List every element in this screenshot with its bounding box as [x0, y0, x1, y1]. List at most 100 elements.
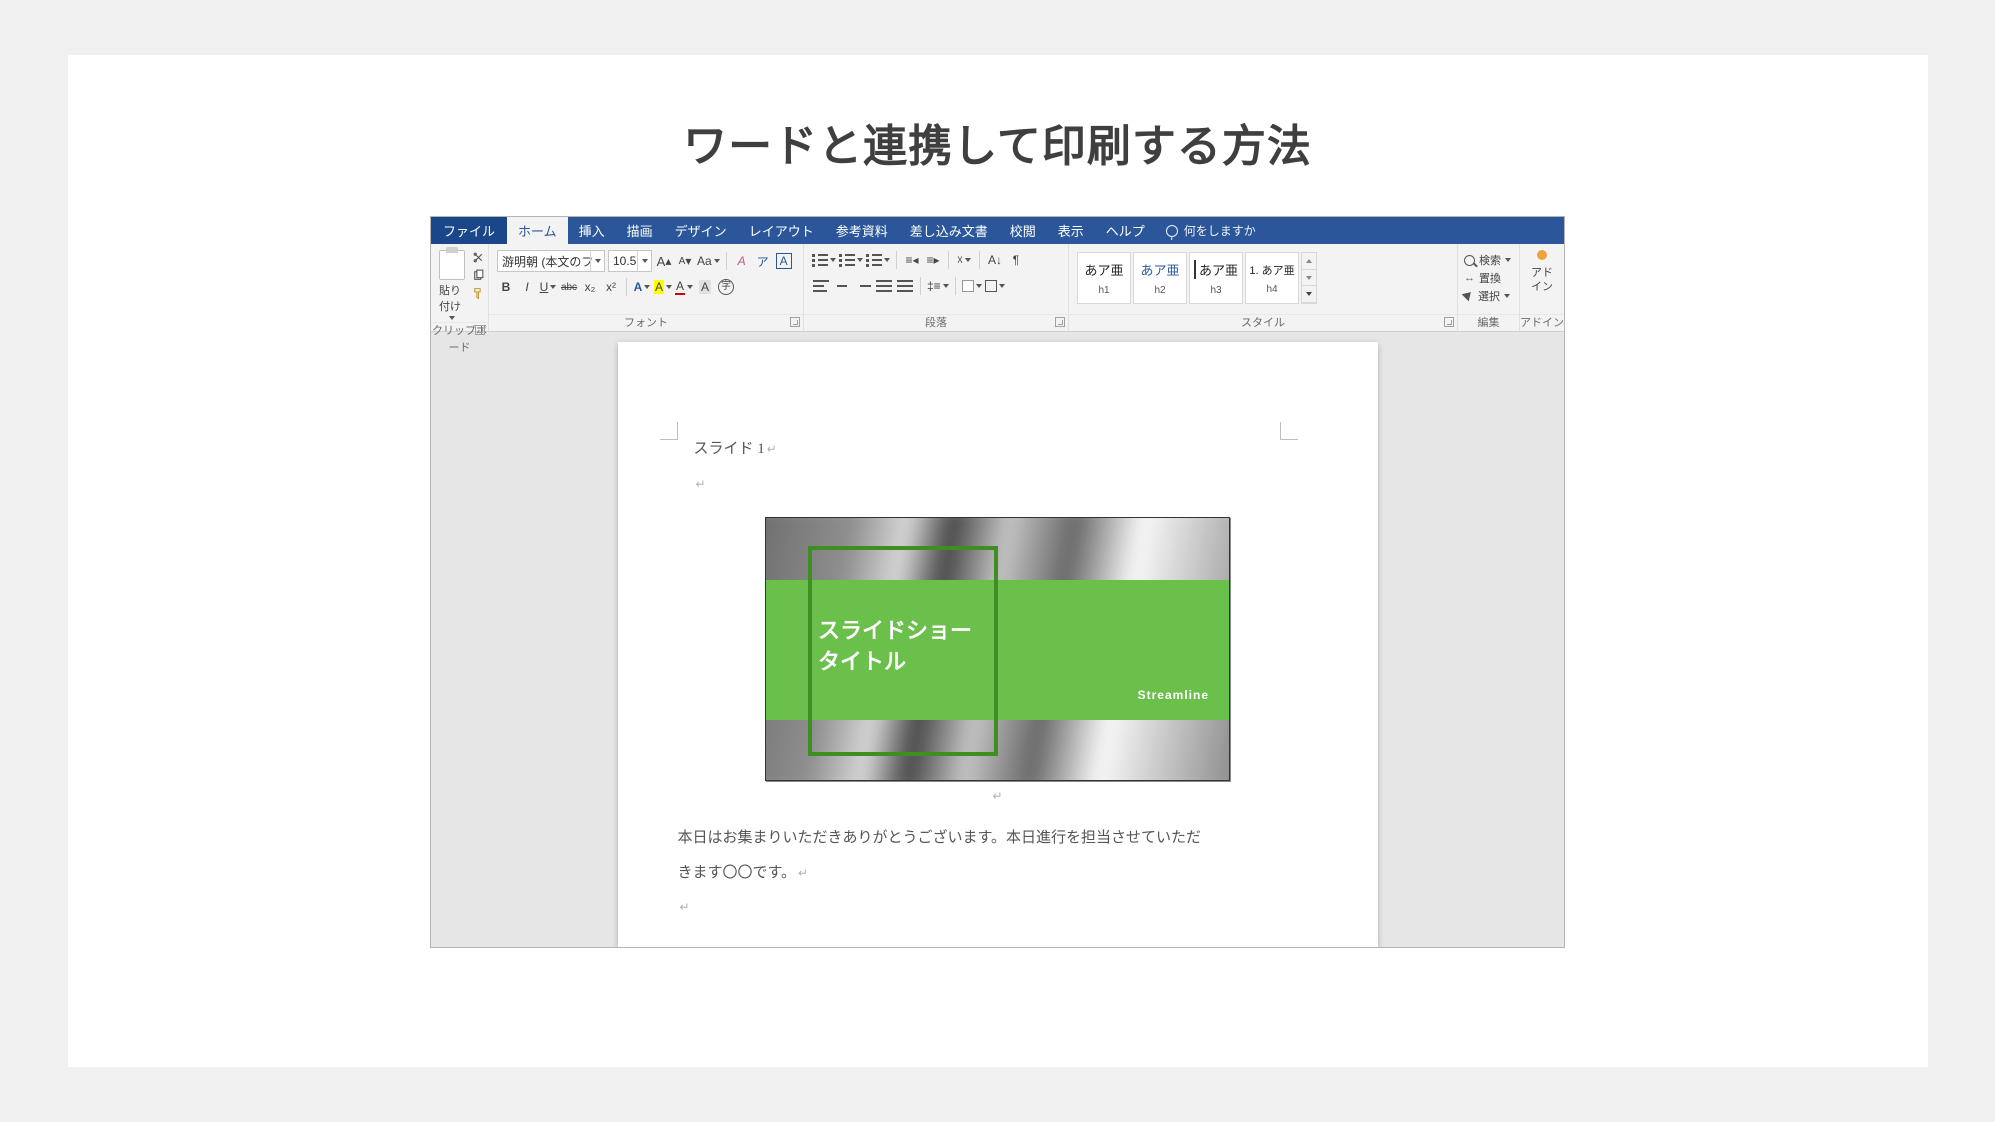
style-scroll-down[interactable]	[1302, 270, 1316, 287]
tab-help[interactable]: ヘルプ	[1095, 217, 1156, 244]
underline-button[interactable]: U	[539, 277, 557, 297]
borders-button[interactable]	[985, 276, 1005, 296]
tab-draw[interactable]: 描画	[616, 217, 664, 244]
style-item-h4[interactable]: 1. あア亜h4	[1245, 252, 1299, 304]
tab-home[interactable]: ホーム	[507, 217, 568, 244]
format-painter-button[interactable]	[471, 286, 485, 300]
character-border-button[interactable]: A	[775, 251, 793, 271]
document-page: スライド 1↵ ↵ スライドショー タイトル Streamline ↵ 本日はお…	[618, 342, 1378, 947]
tab-insert[interactable]: 挿入	[568, 217, 616, 244]
cursor-icon	[1464, 290, 1474, 302]
dialog-launcher-icon[interactable]	[790, 317, 800, 327]
tab-view[interactable]: 表示	[1047, 217, 1095, 244]
decrease-indent-button[interactable]: ≡◂	[903, 250, 921, 270]
multilevel-list-button[interactable]	[866, 250, 890, 270]
select-button[interactable]: 選択	[1464, 288, 1511, 304]
style-item-h2[interactable]: あア亜h2	[1133, 252, 1187, 304]
shrink-font-button[interactable]: A▾	[676, 251, 694, 271]
phonetic-guide-button[interactable]: ア	[754, 251, 772, 271]
asian-layout-button[interactable]: ☓	[955, 250, 973, 270]
tab-file[interactable]: ファイル	[431, 217, 507, 244]
text-effects-button[interactable]: A	[633, 277, 651, 297]
ribbon-tab-strip: ファイル ホーム 挿入 描画 デザイン レイアウト 参考資料 差し込み文書 校閲…	[431, 217, 1564, 244]
body-paragraph-2: きます〇〇です。↵	[678, 856, 1318, 891]
paragraph-mark-icon: ↵	[680, 900, 690, 914]
replace-button[interactable]: ↔置換	[1464, 270, 1511, 286]
align-right-button[interactable]	[854, 276, 872, 296]
enclose-char-button[interactable]: 字	[717, 277, 735, 297]
word-app-window: ファイル ホーム 挿入 描画 デザイン レイアウト 参考資料 差し込み文書 校閲…	[430, 216, 1565, 948]
tab-mailings[interactable]: 差し込み文書	[899, 217, 999, 244]
paragraph-mark-icon: ↵	[767, 442, 777, 456]
find-button[interactable]: 検索	[1464, 252, 1511, 268]
paste-label: 貼り付け	[439, 282, 465, 314]
strikethrough-button[interactable]: abc	[560, 277, 578, 297]
char-shading-button[interactable]: A	[696, 277, 714, 297]
show-marks-button[interactable]: ¶	[1007, 250, 1025, 270]
group-addins: アド イン アドイン	[1520, 244, 1564, 331]
group-label-styles: スタイル	[1241, 317, 1285, 329]
search-icon	[1464, 255, 1475, 266]
justify-button[interactable]	[875, 276, 893, 296]
cut-button[interactable]	[471, 250, 485, 264]
embedded-slide-thumbnail[interactable]: スライドショー タイトル Streamline	[765, 517, 1230, 781]
tab-layout[interactable]: レイアウト	[738, 217, 825, 244]
dialog-launcher-icon[interactable]	[1444, 317, 1454, 327]
paragraph-mark-icon: ↵	[798, 866, 808, 880]
addin-icon	[1537, 250, 1547, 260]
chevron-down-icon	[590, 251, 604, 271]
tell-me-search[interactable]: 何をしますか	[1156, 217, 1256, 244]
paragraph-mark-icon: ↵	[696, 477, 706, 491]
chevron-down-icon	[449, 316, 455, 320]
chevron-down-icon	[637, 251, 651, 271]
style-item-h1[interactable]: あア亜h1	[1077, 252, 1131, 304]
distributed-button[interactable]	[896, 276, 914, 296]
clear-formatting-button[interactable]: A	[733, 251, 751, 271]
empty-paragraph: ↵	[694, 467, 1318, 502]
copy-button[interactable]	[471, 268, 485, 282]
italic-button[interactable]: I	[518, 277, 536, 297]
bullet-list-button[interactable]	[812, 250, 836, 270]
justify-icon	[876, 280, 892, 292]
tab-review[interactable]: 校閲	[999, 217, 1047, 244]
highlight-button[interactable]: A	[654, 277, 672, 297]
paragraph-mark-center: ↵	[678, 789, 1318, 803]
group-label-font: フォント	[624, 317, 668, 329]
numbered-list-button[interactable]	[839, 250, 863, 270]
style-expand[interactable]	[1302, 286, 1316, 303]
group-editing: 検索 ↔置換 選択 編集	[1458, 244, 1520, 331]
dialog-launcher-icon[interactable]	[1055, 317, 1065, 327]
grow-font-button[interactable]: A▴	[655, 251, 673, 271]
align-left-icon	[813, 280, 829, 292]
align-right-icon	[855, 280, 871, 292]
paste-button[interactable]: 貼り付け	[439, 250, 465, 320]
bold-button[interactable]: B	[497, 277, 515, 297]
subscript-button[interactable]: x₂	[581, 277, 599, 297]
addins-button[interactable]: アド イン	[1531, 244, 1553, 294]
body-paragraph-1: 本日はお集まりいただきありがとうございます。本日進行を担当させていただ	[678, 821, 1318, 856]
sort-button[interactable]: A↓	[986, 250, 1004, 270]
document-area[interactable]: スライド 1↵ ↵ スライドショー タイトル Streamline ↵ 本日はお…	[431, 332, 1564, 947]
tab-design[interactable]: デザイン	[664, 217, 738, 244]
superscript-button[interactable]: x²	[602, 277, 620, 297]
multilevel-list-icon	[866, 254, 882, 266]
font-name-combo[interactable]: 游明朝 (本文のフ	[497, 250, 605, 272]
replace-icon: ↔	[1464, 272, 1475, 284]
dialog-launcher-icon[interactable]	[475, 325, 485, 335]
increase-indent-button[interactable]: ≡▸	[924, 250, 942, 270]
font-color-button[interactable]: A	[675, 277, 693, 297]
change-case-button[interactable]: Aa	[697, 251, 720, 271]
font-size-combo[interactable]: 10.5	[608, 250, 652, 272]
align-left-button[interactable]	[812, 276, 830, 296]
slide-title-text: スライドショー タイトル	[818, 616, 972, 678]
margin-marker-icon	[1280, 422, 1298, 440]
line-spacing-button[interactable]: ‡≡	[927, 276, 949, 296]
chevron-up-icon	[1306, 259, 1312, 263]
chevron-down-icon	[1306, 276, 1312, 280]
style-item-h3[interactable]: あア亜h3	[1189, 252, 1243, 304]
group-label-paragraph: 段落	[925, 317, 947, 329]
align-center-button[interactable]	[833, 276, 851, 296]
shading-button[interactable]	[962, 276, 982, 296]
style-scroll-up[interactable]	[1302, 253, 1316, 270]
tab-references[interactable]: 参考資料	[825, 217, 899, 244]
